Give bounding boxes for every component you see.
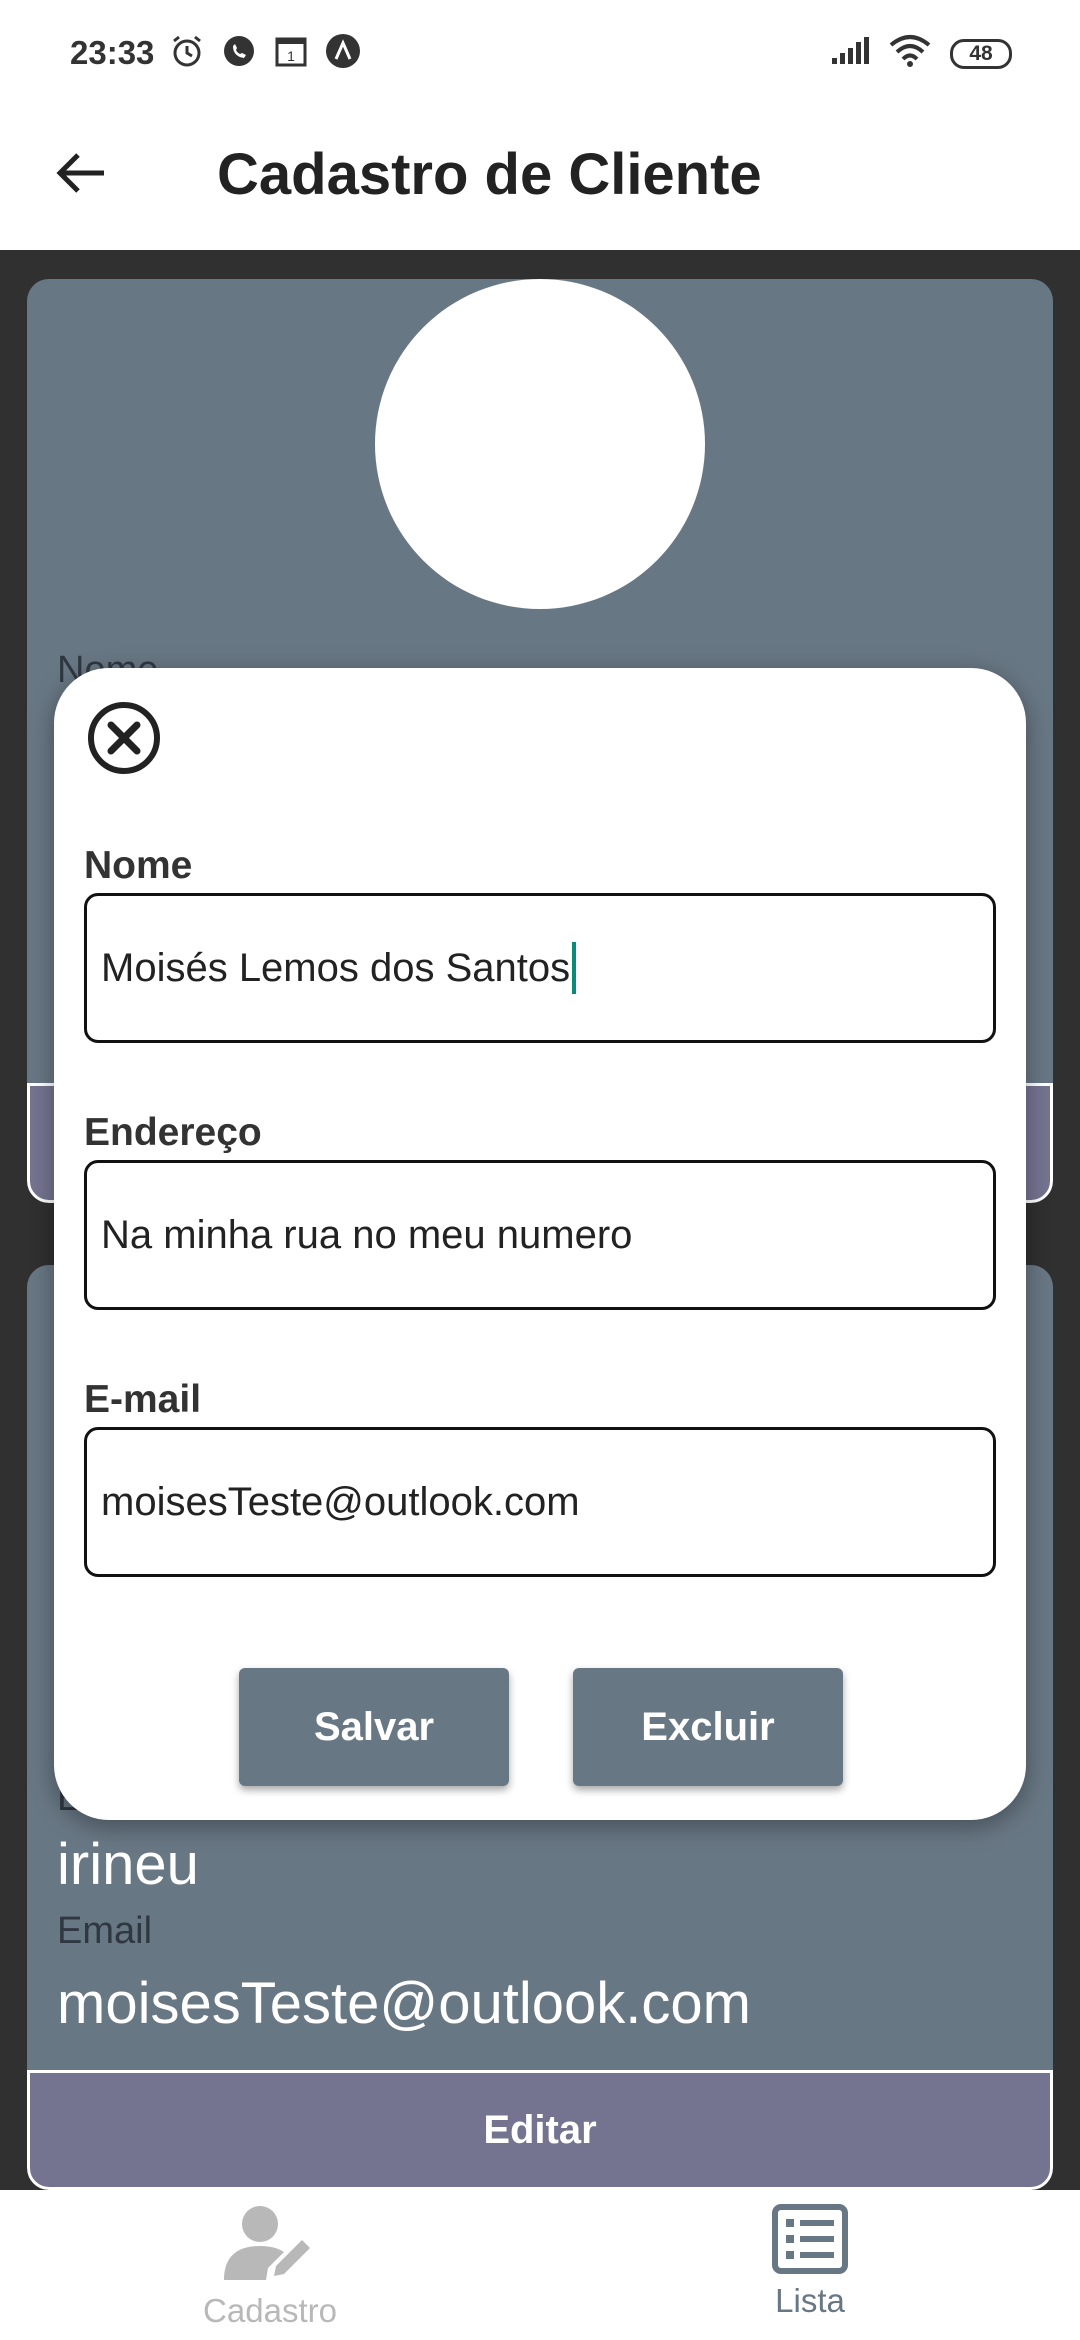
app-bar: Cadastro de Cliente	[0, 105, 1080, 250]
signal-icon	[830, 36, 870, 71]
address-input-value: Na minha rua no meu numero	[101, 1212, 633, 1257]
close-circle-icon	[88, 702, 160, 774]
status-bar: 23:33 1 48	[0, 0, 1080, 105]
wifi-icon	[888, 34, 932, 73]
email-label: E-mail	[84, 1378, 202, 1421]
alarm-icon	[168, 32, 206, 70]
name-input[interactable]: Moisés Lemos dos Santos	[84, 893, 996, 1043]
name-input-value: Moisés Lemos dos Santos	[101, 945, 571, 990]
edit-client-modal: Nome Moisés Lemos dos Santos Endereço Na…	[54, 668, 1026, 1820]
save-button[interactable]: Salvar	[239, 1668, 509, 1786]
battery-icon: 48	[950, 38, 1012, 69]
edit-button[interactable]: Editar	[27, 2070, 1053, 2190]
card-email-label: Email	[57, 1910, 153, 1952]
address-input[interactable]: Na minha rua no meu numero	[84, 1160, 996, 1310]
status-time: 23:33	[70, 34, 155, 71]
calendar-icon: 1	[272, 32, 310, 70]
email-input-value: moisesTeste@outlook.com	[101, 1479, 580, 1524]
back-button[interactable]	[40, 133, 120, 213]
svg-text:1: 1	[287, 48, 295, 64]
status-icons-right: 48	[830, 34, 1012, 73]
nav-item-lista[interactable]: Lista	[660, 2204, 960, 2334]
status-icons-left: 1	[168, 32, 362, 70]
email-input[interactable]: moisesTeste@outlook.com	[84, 1427, 996, 1577]
avatar	[375, 279, 705, 609]
app-icon	[324, 32, 362, 70]
close-button[interactable]	[84, 698, 164, 778]
address-label: Endereço	[84, 1111, 262, 1154]
nav-item-cadastro[interactable]: Cadastro	[120, 2204, 420, 2334]
delete-button[interactable]: Excluir	[573, 1668, 843, 1786]
name-label: Nome	[84, 844, 193, 887]
list-icon	[772, 2204, 848, 2274]
card-email-value: moisesTeste@outlook.com	[57, 1971, 751, 2036]
bottom-navigation: Cadastro Lista	[0, 2190, 1080, 2340]
user-edit-icon	[224, 2206, 310, 2280]
nav-label-lista: Lista	[775, 2282, 845, 2319]
text-caret	[572, 942, 577, 994]
arrow-left-icon	[56, 153, 104, 193]
nav-label-cadastro: Cadastro	[203, 2292, 337, 2329]
battery-level: 48	[969, 41, 993, 65]
card-address-value: irineu	[57, 1832, 199, 1897]
whatsapp-icon	[220, 32, 258, 70]
page-title: Cadastro de Cliente	[217, 142, 762, 207]
